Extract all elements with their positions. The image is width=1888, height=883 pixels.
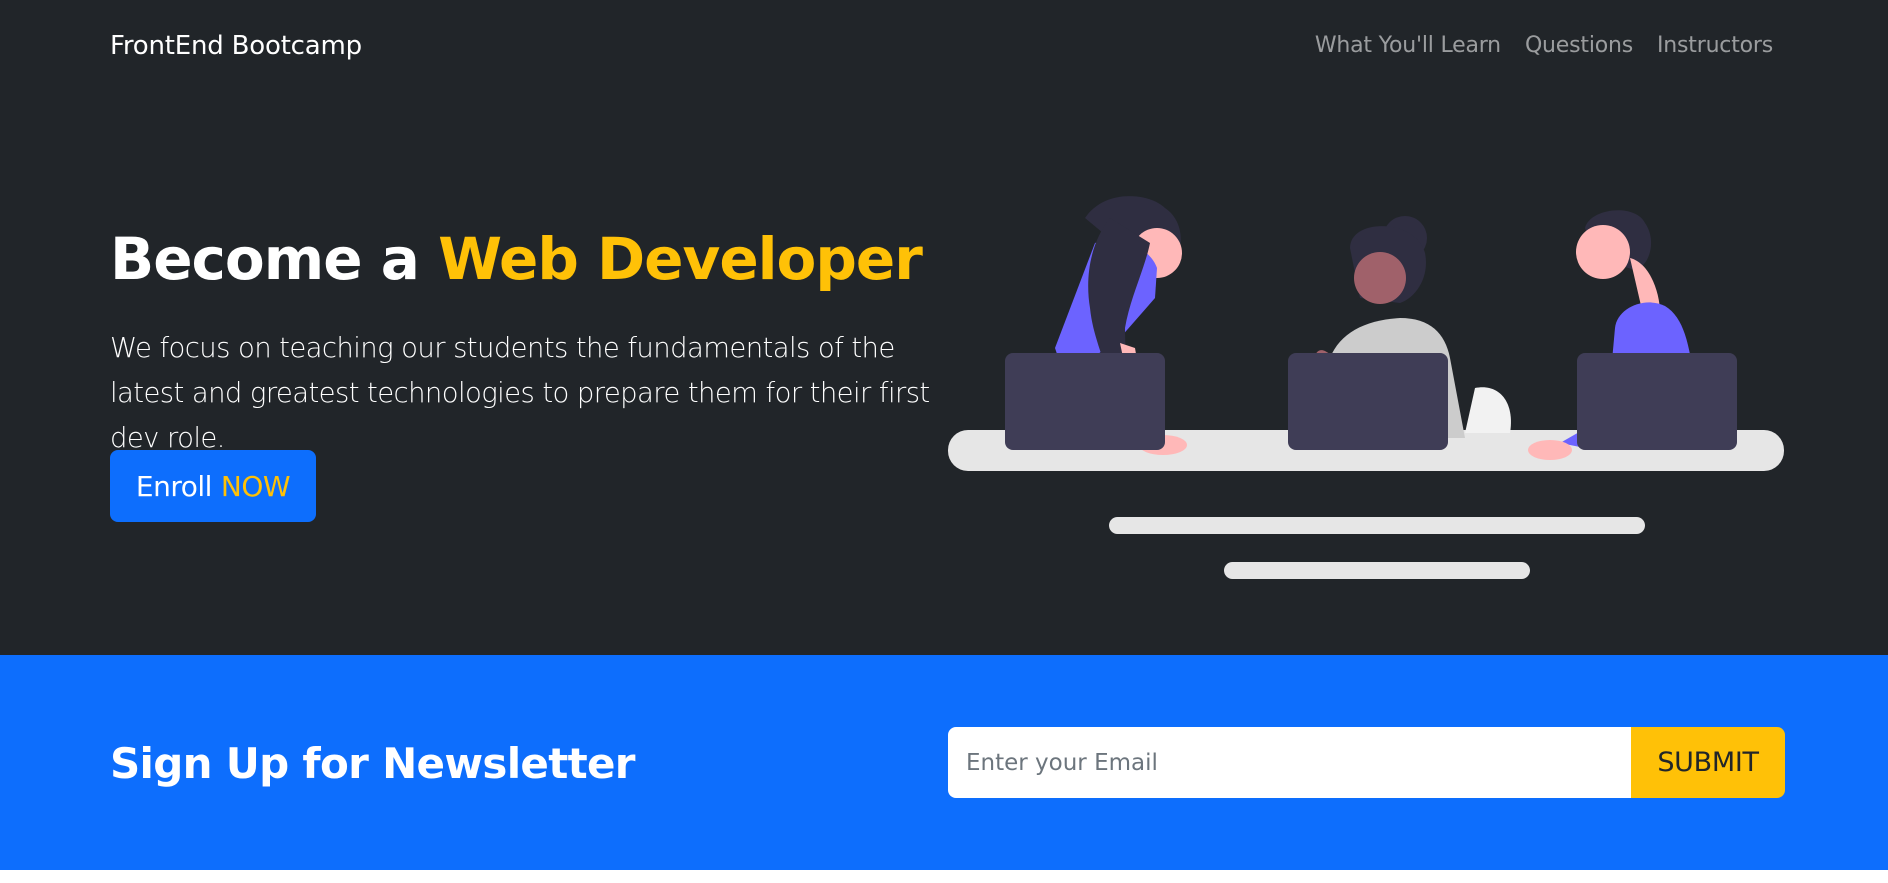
hero-section: Become a Web Developer We focus on teach… — [0, 98, 1888, 655]
hero-title-accent: Web Developer — [438, 225, 923, 293]
nav-link-questions[interactable]: Questions — [1525, 33, 1633, 58]
newsletter-title: Sign Up for Newsletter — [110, 739, 635, 788]
team-at-laptops-illustration — [948, 196, 1784, 579]
enroll-button-accent: NOW — [220, 469, 291, 503]
brand-logo-link[interactable]: FrontEnd Bootcamp — [110, 31, 362, 61]
submit-button[interactable]: SUBMIT — [1631, 727, 1785, 798]
newsletter-form: SUBMIT — [948, 727, 1785, 798]
floor-line-long — [1109, 517, 1645, 534]
floor-line-short — [1224, 562, 1530, 579]
hero-title-start: Become a — [110, 225, 439, 293]
laptop-right — [1577, 353, 1737, 450]
enroll-now-button[interactable]: Enroll NOW — [110, 450, 316, 522]
newsletter-section: Sign Up for Newsletter SUBMIT — [0, 655, 1888, 870]
laptop-center — [1288, 353, 1448, 450]
enroll-button-label: Enroll — [135, 469, 213, 503]
navbar: FrontEnd Bootcamp What You'll Learn Ques… — [0, 0, 1888, 98]
nav-links: What You'll Learn Questions Instructors — [1315, 33, 1773, 58]
email-input[interactable] — [948, 727, 1631, 798]
laptop-left — [1005, 353, 1165, 450]
nav-link-what-youll-learn[interactable]: What You'll Learn — [1315, 33, 1501, 58]
nav-link-instructors[interactable]: Instructors — [1657, 33, 1773, 58]
hero-title: Become a Web Developer — [110, 225, 923, 293]
hero-lead-text: We focus on teaching our students the fu… — [110, 332, 930, 454]
